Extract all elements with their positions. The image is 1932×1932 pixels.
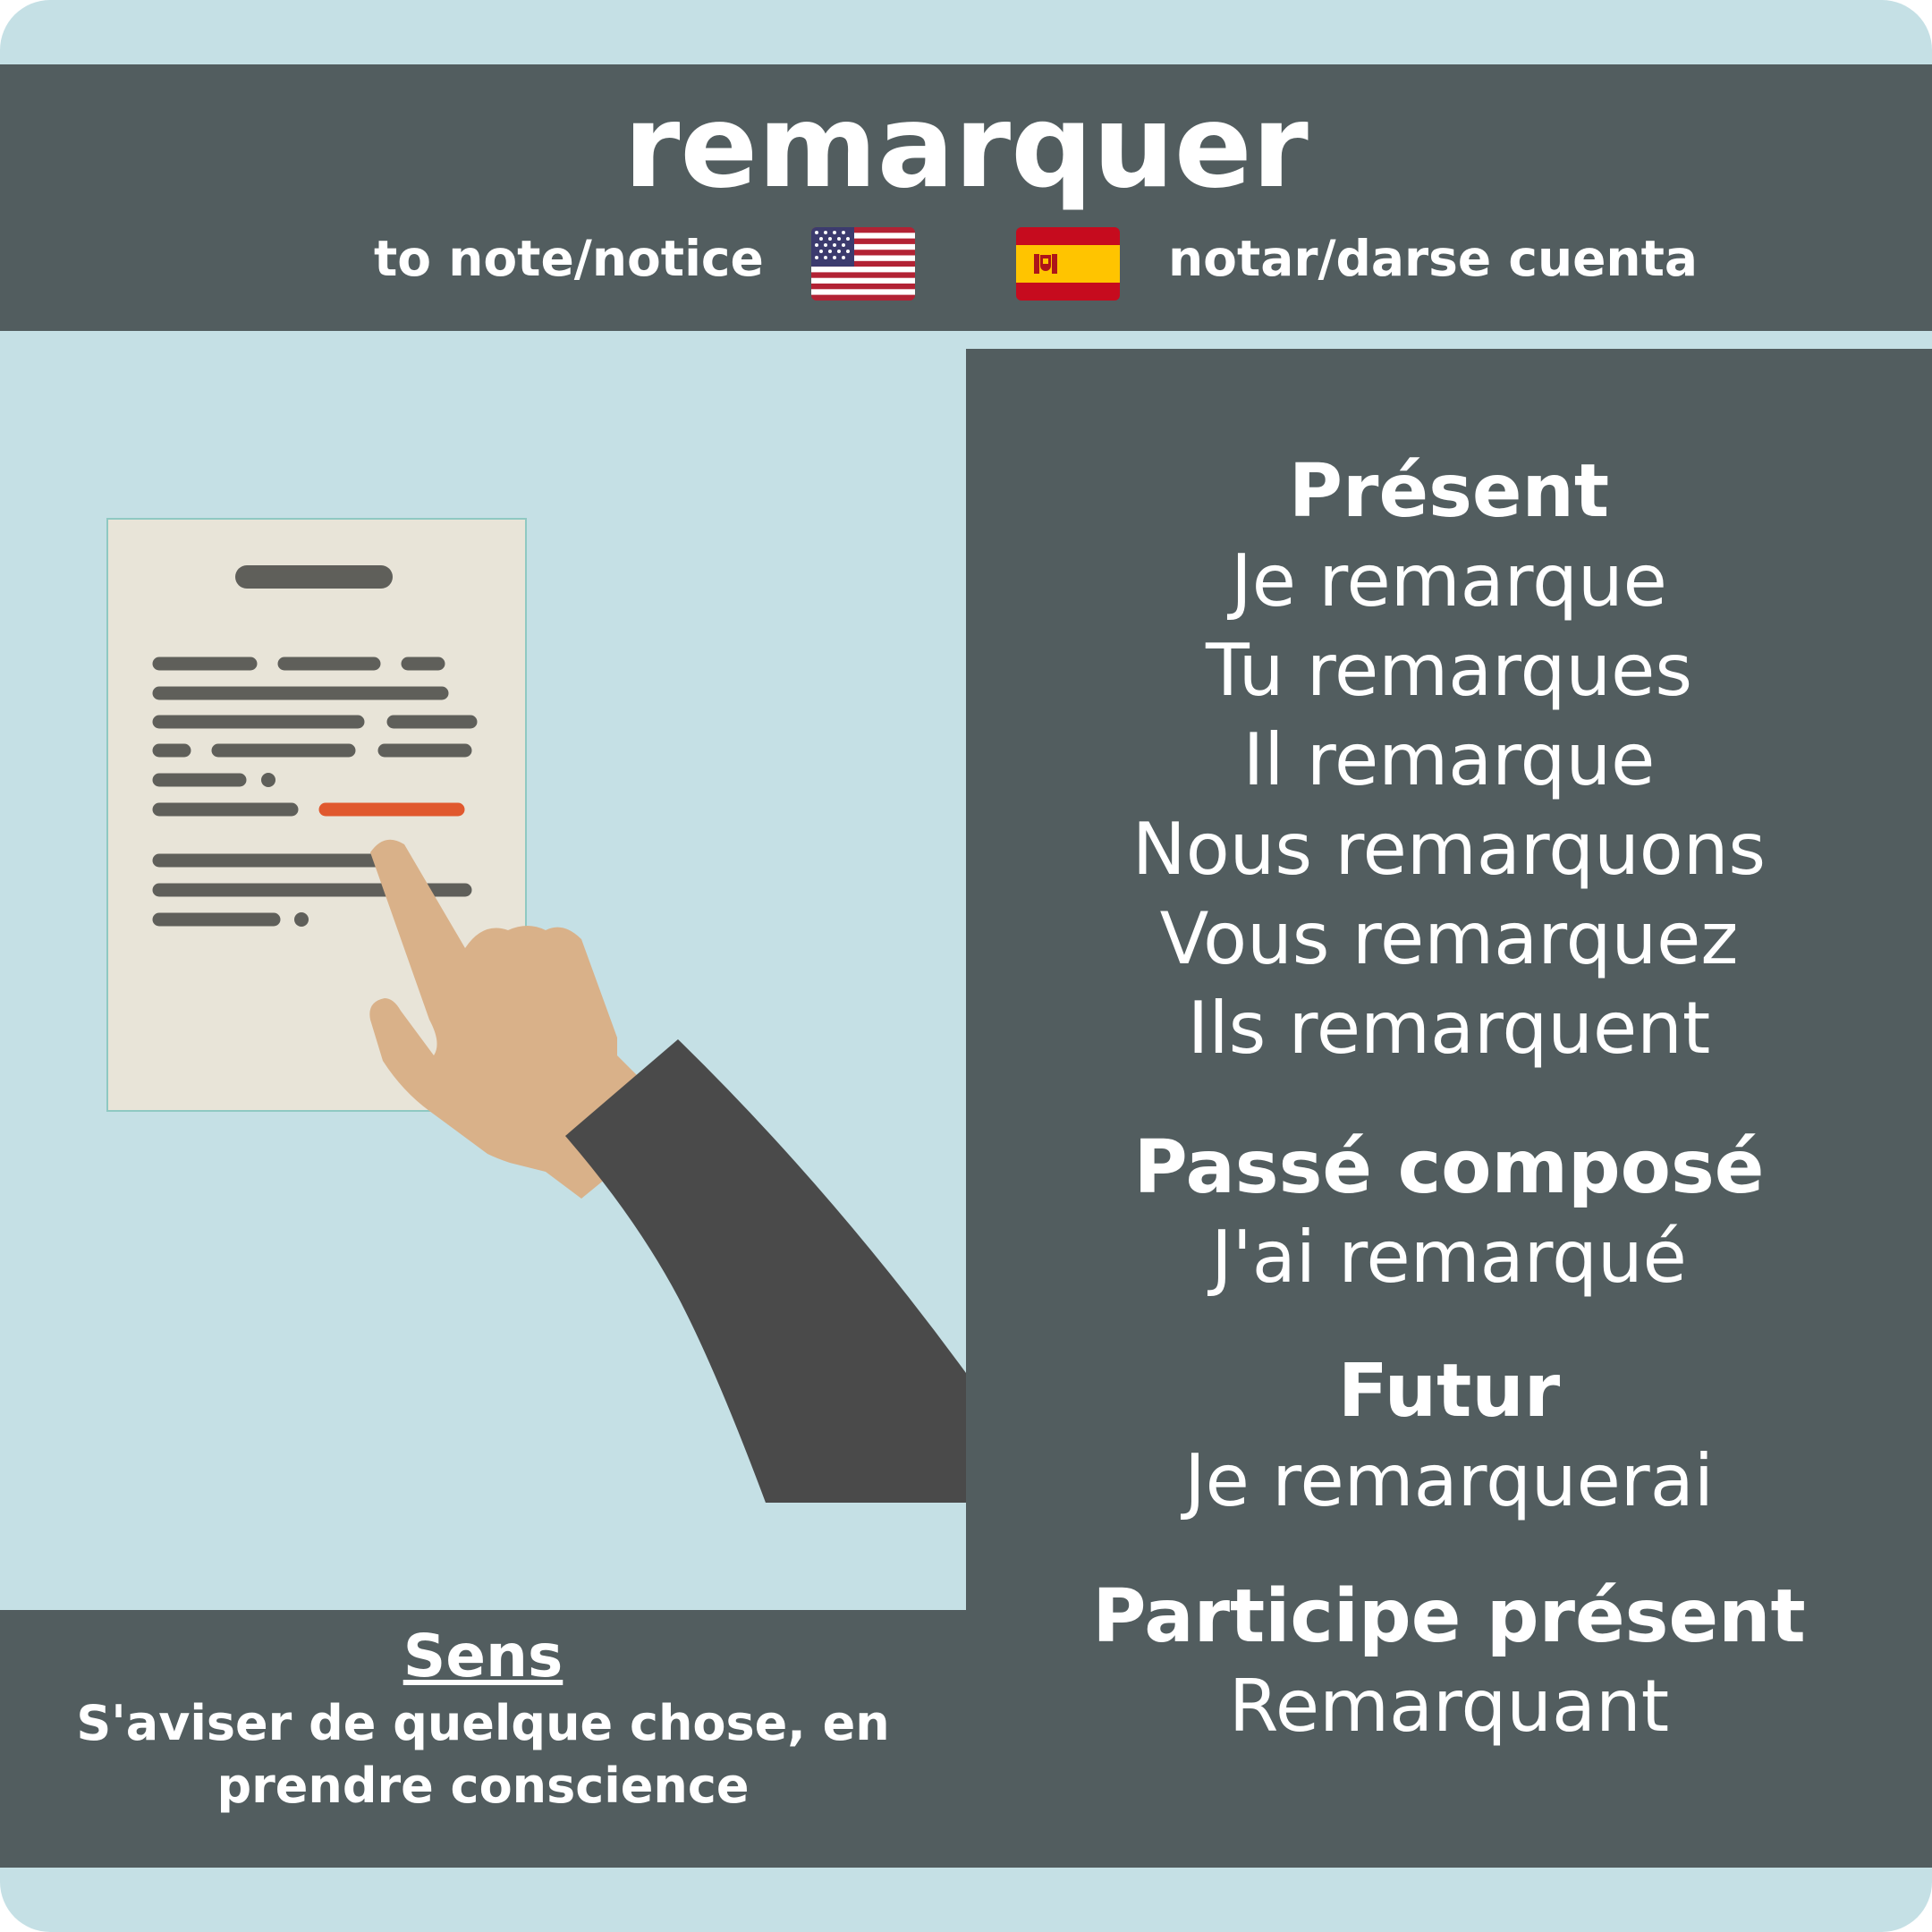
participe-present-heading: Participe présent (1092, 1574, 1806, 1659)
passe-compose-form: J'ai remarqué (1211, 1216, 1687, 1299)
present-form-nous: Nous remarquons (1131, 808, 1767, 891)
present-form-tu: Tu remarques (1205, 629, 1693, 712)
futur-form: Je remarquerai (1184, 1439, 1714, 1522)
present-heading: Présent (1288, 449, 1610, 534)
present-form-il: Il remarque (1242, 718, 1656, 801)
meaning-text: S'aviser de quelque chose, en prendre co… (76, 1695, 890, 1814)
illustration-hand-pointing-document (0, 349, 966, 1610)
verb-card: remarquer to note/notice notar/darse cue… (0, 0, 1932, 1932)
meaning-title: Sens (402, 1622, 564, 1690)
verb-title: remarquer (623, 80, 1309, 214)
us-flag-icon (811, 227, 915, 301)
futur-heading: Futur (1337, 1349, 1561, 1434)
spanish-translation: notar/darse cuenta (1168, 230, 1698, 287)
present-form-ils: Ils remarquent (1187, 987, 1711, 1070)
passe-compose-heading: Passé composé (1133, 1125, 1765, 1210)
header-bar: remarquer to note/notice notar/darse cue… (0, 64, 1932, 331)
english-translation: to note/notice (374, 230, 764, 287)
present-form-vous: Vous remarquez (1159, 897, 1739, 980)
spain-flag-icon (1016, 227, 1120, 301)
sleeve (565, 1039, 966, 1503)
present-form-je: Je remarque (1231, 539, 1667, 623)
participe-present-form: Remarquant (1228, 1665, 1670, 1748)
